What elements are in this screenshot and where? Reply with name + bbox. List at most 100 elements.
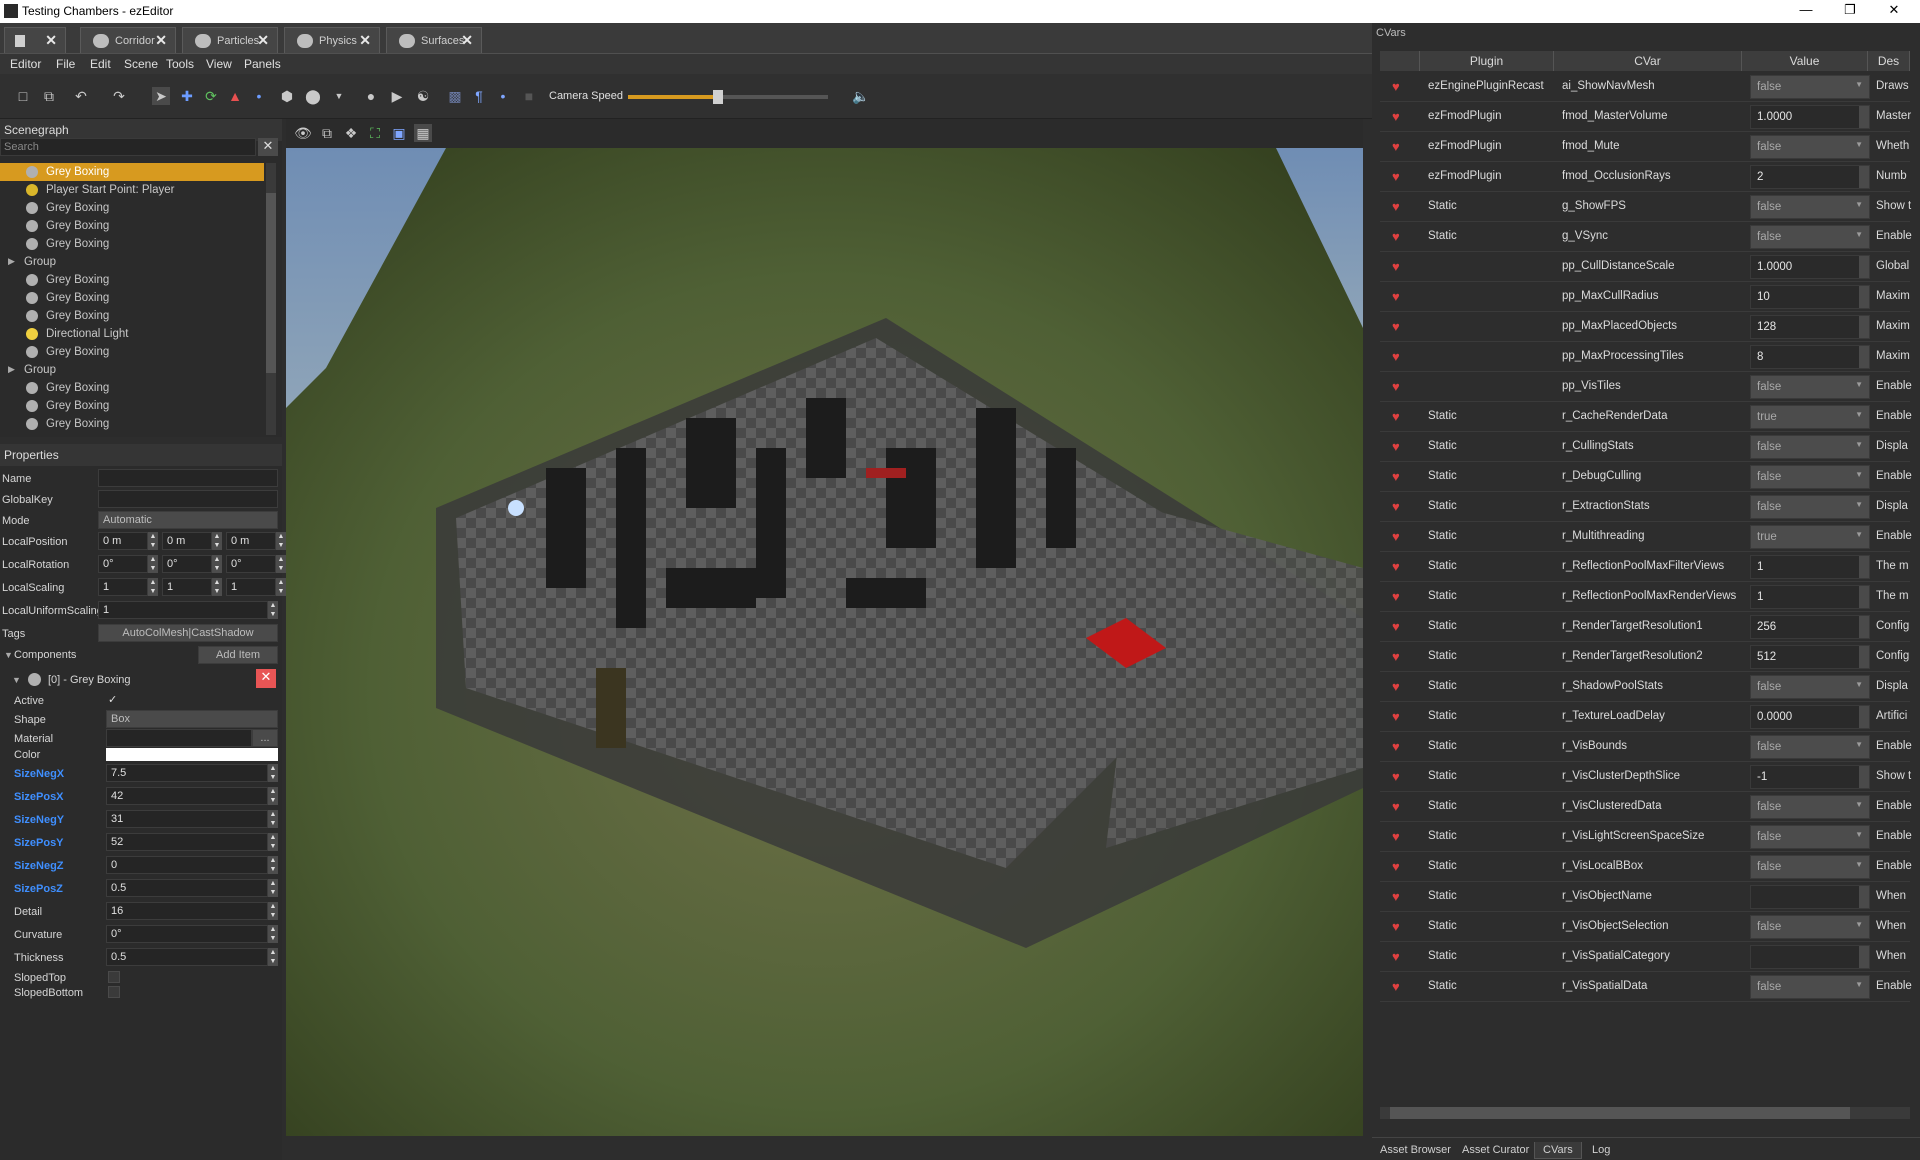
sizenegy-field[interactable]: 31 bbox=[106, 810, 268, 828]
cvar-row[interactable]: ♥ pp_MaxProcessingTiles 8 Maxim bbox=[1380, 342, 1910, 372]
material-browse-button[interactable]: ... bbox=[252, 729, 278, 747]
perspective-icon[interactable]: ▦ bbox=[414, 124, 432, 142]
cvar-row[interactable]: ♥ pp_VisTiles false ▼ Enable bbox=[1380, 372, 1912, 402]
favorite-heart-icon[interactable]: ♥ bbox=[1392, 710, 1405, 723]
cvar-row[interactable]: ♥ Static r_VisSpatialData false ▼ Enable bbox=[1380, 972, 1912, 1002]
detail-spinner[interactable]: ▲ ▼ bbox=[268, 902, 278, 920]
localrotation-spinner[interactable]: ▲ ▼ bbox=[148, 555, 158, 573]
tags-combo[interactable]: AutoColMesh|CastShadow bbox=[98, 624, 278, 642]
favorite-heart-icon[interactable]: ♥ bbox=[1392, 440, 1405, 453]
cvar-value-combo[interactable]: false ▼ bbox=[1750, 675, 1870, 699]
localscaling-component-field[interactable]: 1 bbox=[98, 578, 148, 596]
value-spinner[interactable] bbox=[1859, 616, 1869, 638]
cvar-row[interactable]: ♥ ezFmodPlugin fmod_MasterVolume 1.0000 Mast… bbox=[1380, 102, 1911, 132]
select-tool-icon[interactable]: ➤ bbox=[152, 87, 170, 105]
sizenegx-spinner[interactable]: ▲ ▼ bbox=[268, 764, 278, 782]
value-spinner[interactable] bbox=[1859, 316, 1869, 338]
favorite-heart-icon[interactable]: ♥ bbox=[1392, 410, 1405, 423]
menu-edit[interactable]: Edit bbox=[90, 57, 111, 71]
menu-editor[interactable]: Editor bbox=[10, 57, 41, 71]
tree-node[interactable]: Grey Boxing bbox=[0, 397, 264, 415]
detail-field[interactable]: 16 bbox=[106, 902, 268, 920]
cvar-value-combo[interactable]: false ▼ bbox=[1750, 915, 1870, 939]
favorite-heart-icon[interactable]: ♥ bbox=[1392, 260, 1405, 273]
grid-icon[interactable]: ▩ bbox=[446, 87, 464, 105]
favorite-heart-icon[interactable]: ♥ bbox=[1392, 230, 1405, 243]
cvar-value-field[interactable]: 256 bbox=[1750, 615, 1870, 639]
favorite-heart-icon[interactable]: ♥ bbox=[1392, 200, 1405, 213]
doc-tab-particles[interactable]: Particles ✕ bbox=[182, 27, 278, 53]
cvar-row[interactable]: ♥ pp_CullDistanceScale 1.0000 Global bbox=[1380, 252, 1910, 282]
favorite-heart-icon[interactable]: ♥ bbox=[1392, 680, 1405, 693]
curvature-field[interactable]: 0° bbox=[106, 925, 268, 943]
clear-search-icon[interactable]: ✕ bbox=[258, 138, 278, 156]
doc-tab-corridor[interactable]: Corridor ✕ bbox=[80, 27, 176, 53]
sizenegx-field[interactable]: 7.5 bbox=[106, 764, 268, 782]
dropdown-icon[interactable]: ▼ bbox=[330, 87, 348, 105]
drag-to-position-icon[interactable]: • bbox=[250, 87, 268, 105]
material-field[interactable] bbox=[106, 729, 252, 747]
menu-file[interactable]: File bbox=[56, 57, 75, 71]
favorite-heart-icon[interactable]: ♥ bbox=[1392, 740, 1405, 753]
cvar-value-combo[interactable]: false ▼ bbox=[1750, 435, 1870, 459]
player-icon[interactable]: ☯ bbox=[414, 87, 432, 105]
cvar-row[interactable]: ♥ Static r_CullingStats false ▼ Displa bbox=[1380, 432, 1910, 462]
cvar-row[interactable]: ♥ Static r_VisClusteredData false ▼ Enable bbox=[1380, 792, 1912, 822]
translate-gizmo-icon[interactable]: ✚ bbox=[178, 87, 196, 105]
snap-icon[interactable]: ⬤ bbox=[304, 87, 322, 105]
cvar-value-combo[interactable]: false ▼ bbox=[1750, 825, 1870, 849]
favorite-heart-icon[interactable]: ♥ bbox=[1392, 950, 1405, 963]
tree-node[interactable]: Grey Boxing bbox=[0, 415, 264, 433]
cvar-value-field[interactable] bbox=[1750, 945, 1870, 969]
tree-node[interactable]: Grey Boxing bbox=[0, 271, 264, 289]
cvar-column-header[interactable]: CVar bbox=[1554, 51, 1742, 71]
localscaling-component-field[interactable]: 1 bbox=[162, 578, 212, 596]
cvar-value-combo[interactable]: false ▼ bbox=[1750, 855, 1870, 879]
minimize-icon[interactable]: — bbox=[1786, 2, 1826, 20]
components-expand-icon[interactable]: ▼ bbox=[4, 650, 13, 660]
tree-node[interactable]: Player Start Point: Player bbox=[0, 181, 264, 199]
favorite-heart-icon[interactable]: ♥ bbox=[1392, 500, 1405, 513]
cvar-row[interactable]: ♥ Static r_VisClusterDepthSlice -1 Show t bbox=[1380, 762, 1911, 792]
cvar-row[interactable]: ♥ Static g_ShowFPS false ▼ Show t bbox=[1380, 192, 1911, 222]
cvar-row[interactable]: ♥ Static r_DebugCulling false ▼ Enable bbox=[1380, 462, 1912, 492]
scale-gizmo-icon[interactable]: ▲ bbox=[226, 87, 244, 105]
localscaling-spinner[interactable]: ▲ ▼ bbox=[276, 578, 286, 596]
localrotation-component-field[interactable]: 0° bbox=[162, 555, 212, 573]
menu-view[interactable]: View bbox=[206, 57, 232, 71]
doc-tab-surfaces[interactable]: Surfaces ✕ bbox=[386, 27, 482, 53]
sizenegy-spinner[interactable]: ▲ ▼ bbox=[268, 810, 278, 828]
mode-combo[interactable]: Automatic bbox=[98, 511, 278, 529]
value-spinner[interactable] bbox=[1859, 646, 1869, 668]
scenegraph-tree[interactable]: Grey Boxing Player Start Point: Player Gre… bbox=[0, 163, 264, 435]
cvar-row[interactable]: ♥ Static r_RenderTargetResolution2 512 Confi… bbox=[1380, 642, 1910, 672]
localposition-component-field[interactable]: 0 m bbox=[162, 532, 212, 550]
cvar-row[interactable]: ♥ Static r_ReflectionPoolMaxRenderViews 1 Th… bbox=[1380, 582, 1910, 612]
cvar-row[interactable]: ♥ Static r_RenderTargetResolution1 256 Confi… bbox=[1380, 612, 1910, 642]
rotate-gizmo-icon[interactable]: ⟳ bbox=[202, 87, 220, 105]
tree-node[interactable]: Grey Boxing bbox=[0, 289, 264, 307]
menu-tools[interactable]: Tools bbox=[166, 57, 194, 71]
tree-node[interactable]: Grey Boxing bbox=[0, 235, 264, 253]
cvar-value-combo[interactable]: true ▼ bbox=[1750, 405, 1870, 429]
cvar-value-combo[interactable]: false ▼ bbox=[1750, 195, 1870, 219]
curvature-spinner[interactable]: ▲ ▼ bbox=[268, 925, 278, 943]
add-item-button[interactable]: Add Item bbox=[198, 646, 278, 664]
favorite-heart-icon[interactable]: ♥ bbox=[1392, 920, 1405, 933]
cvar-value-combo[interactable]: false ▼ bbox=[1750, 975, 1870, 999]
cvar-value-combo[interactable]: false ▼ bbox=[1750, 795, 1870, 819]
localscaling-spinner[interactable]: ▲ ▼ bbox=[212, 578, 222, 596]
dock-tab-asset-browser[interactable]: Asset Browser bbox=[1372, 1142, 1459, 1158]
cvar-row[interactable]: ♥ Static r_VisBounds false ▼ Enable bbox=[1380, 732, 1912, 762]
tree-node[interactable]: Grey Boxing bbox=[0, 217, 264, 235]
value-spinner[interactable] bbox=[1859, 886, 1869, 908]
play-icon[interactable]: ● bbox=[362, 87, 380, 105]
cvar-row[interactable]: ♥ ezFmodPlugin fmod_Mute false ▼ Wheth bbox=[1380, 132, 1910, 162]
camera-view-icon[interactable]: ▣ bbox=[390, 124, 408, 142]
name-field[interactable] bbox=[98, 469, 278, 487]
globalkey-field[interactable] bbox=[98, 490, 278, 508]
value-spinner[interactable] bbox=[1859, 706, 1869, 728]
3d-viewport[interactable] bbox=[286, 148, 1363, 1136]
cvar-value-field[interactable]: 10 bbox=[1750, 285, 1870, 309]
cvar-row[interactable]: ♥ Static r_VisLocalBBox false ▼ Enable bbox=[1380, 852, 1912, 882]
